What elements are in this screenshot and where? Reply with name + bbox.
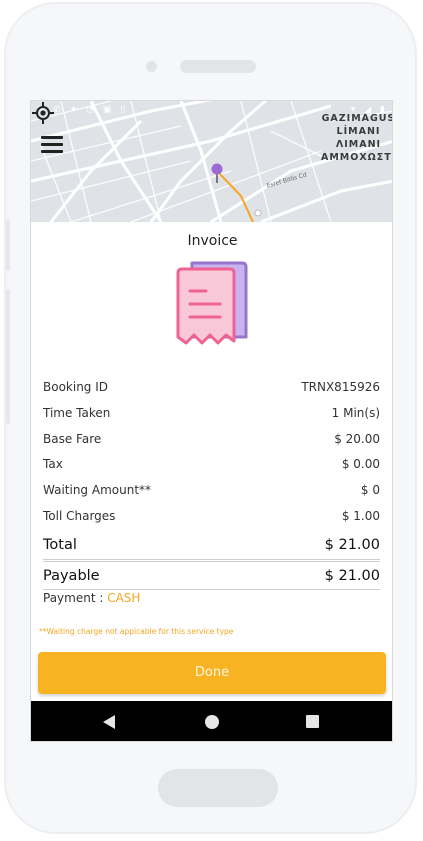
invoice-row-toll-charges: Toll Charges $ 1.00 [43,504,380,530]
home-icon[interactable] [205,715,219,729]
waiting-charge-note: **Waiting charge not appicable for this … [39,627,234,636]
invoice-payable-row: Payable $ 21.00 [43,560,380,590]
side-button [6,219,10,271]
invoice-row-value: $ 1.00 [341,508,380,523]
invoice-row-label: Base Fare [43,431,102,446]
payable-value: $ 21.00 [324,567,380,584]
invoice-row-label: Booking ID [43,380,109,394]
map-place-label: GAZIMAGUS LİMANI ΛΙΜΑΝΙ ΑΜΜΟΧΩΣΤΟ [321,112,393,164]
invoice-row-value: $ 0 [360,483,380,498]
map-view[interactable]: ✉ ✆ ✦ ◔ ▣ ▯ ▾ ◢ ▮ GAZIMAGUS LİMANI ΛΙΜΑΝ… [31,101,393,222]
back-icon[interactable] [103,715,115,729]
recents-icon[interactable] [306,715,319,728]
total-value: $ 21.00 [324,536,380,553]
invoice-row-value: 1 Min(s) [331,405,380,420]
done-button[interactable]: Done [38,652,386,694]
android-nav-bar [31,701,392,741]
payment-method-value: CASH [107,591,141,605]
invoice-row-label: Waiting Amount** [43,483,152,498]
invoice-row-base-fare: Base Fare $ 20.00 [43,427,380,453]
front-camera [146,61,157,72]
payment-label: Payment : [43,591,108,605]
invoice-row-tax: Tax $ 0.00 [43,452,380,478]
invoice-row-value: $ 20.00 [334,431,380,446]
invoice-row-booking-id: Booking ID TRNX815926 [43,375,380,401]
invoice-row-waiting-amount: Waiting Amount** $ 0 [43,478,380,504]
hardware-home-button[interactable] [158,769,278,807]
earpiece-speaker [180,60,256,73]
map-place-label-line: ΛΙΜΑΝΙ [335,139,382,150]
invoice-row-label: Tax [43,457,63,472]
menu-icon[interactable] [41,136,65,154]
invoice-row-value: TRNX815926 [301,380,380,394]
total-label: Total [43,536,77,553]
invoice-row-value: $ 0.00 [341,457,380,472]
side-button [6,289,10,424]
map-place-label-line: ΑΜΜΟΧΩΣΤΟ [321,152,393,163]
invoice-row-label: Time Taken [43,405,111,420]
map-place-label-line: LİMANI [336,126,381,137]
invoice-row-label: Toll Charges [43,508,116,523]
invoice-row-time-taken: Time Taken 1 Min(s) [43,401,380,427]
payment-method: Payment : CASH [43,591,140,605]
map-pin-icon [211,163,223,183]
map-place-label-line: GAZIMAGUS [321,113,393,124]
invoice-details: Booking ID TRNX815926 Time Taken 1 Min(s… [43,375,380,590]
receipt-icon [176,261,248,345]
payable-label: Payable [43,567,100,584]
invoice-title: Invoice [187,233,238,249]
invoice-total-row: Total $ 21.00 [43,530,380,560]
my-location-icon[interactable] [31,101,55,125]
app-screen: ✉ ✆ ✦ ◔ ▣ ▯ ▾ ◢ ▮ GAZIMAGUS LİMANI ΛΙΜΑΝ… [30,100,393,742]
